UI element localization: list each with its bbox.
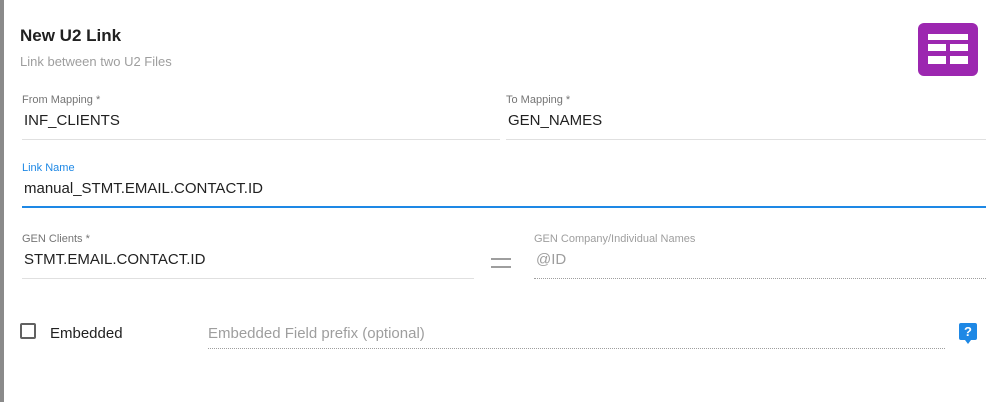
to-mapping-field[interactable]: To Mapping * GEN_NAMES — [506, 94, 986, 140]
dialog-title: New U2 Link — [20, 26, 122, 45]
from-mapping-underline — [22, 139, 500, 140]
svg-text:?: ? — [964, 324, 972, 339]
from-mapping-label: From Mapping * — [22, 94, 101, 106]
to-mapping-value: GEN_NAMES — [508, 112, 603, 129]
from-mapping-field[interactable]: From Mapping * INF_CLIENTS — [22, 94, 500, 140]
embedded-prefix-input[interactable]: Embedded Field prefix (optional) — [208, 322, 945, 349]
table-grid-icon — [918, 23, 978, 76]
from-mapping-value: INF_CLIENTS — [24, 112, 120, 129]
gen-clients-label: GEN Clients * — [22, 233, 90, 245]
gen-clients-value: STMT.EMAIL.CONTACT.ID — [24, 251, 206, 268]
dialog-subtitle: Link between two U2 Files — [20, 54, 172, 69]
gen-names-value: @ID — [536, 251, 567, 268]
to-mapping-underline — [506, 139, 986, 140]
link-name-input[interactable]: Link Name manual_STMT.EMAIL.CONTACT.ID — [22, 162, 986, 208]
gen-clients-underline — [22, 278, 474, 279]
link-name-label: Link Name — [22, 162, 75, 174]
link-name-value: manual_STMT.EMAIL.CONTACT.ID — [24, 180, 263, 197]
gen-names-field: GEN Company/Individual Names @ID — [534, 233, 986, 279]
gen-clients-field[interactable]: GEN Clients * STMT.EMAIL.CONTACT.ID — [22, 233, 474, 279]
link-name-underline — [22, 206, 986, 208]
equals-icon — [491, 257, 511, 269]
gen-names-label: GEN Company/Individual Names — [534, 233, 696, 245]
embedded-prefix-placeholder: Embedded Field prefix (optional) — [208, 325, 425, 342]
gen-names-underline — [534, 278, 986, 279]
to-mapping-label: To Mapping * — [506, 94, 571, 106]
embedded-label[interactable]: Embedded — [50, 325, 123, 342]
embedded-checkbox[interactable] — [20, 323, 36, 339]
help-icon[interactable]: ? — [959, 323, 977, 344]
dialog-left-edge — [0, 0, 4, 402]
